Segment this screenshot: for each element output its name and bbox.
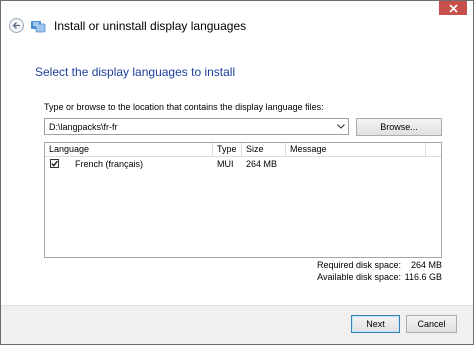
column-header-language[interactable]: Language	[45, 143, 213, 156]
path-prompt-label: Type or browse to the location that cont…	[44, 102, 324, 112]
dropdown-arrow-icon	[337, 124, 345, 129]
language-list[interactable]: Language Type Size Message French (franç…	[44, 142, 442, 258]
checkmark-icon	[51, 160, 58, 167]
language-app-icon	[31, 20, 46, 32]
available-disk-label: Available disk space:	[317, 272, 401, 282]
row-language: French (français)	[75, 159, 144, 169]
close-button[interactable]	[439, 1, 467, 15]
back-button[interactable]	[9, 18, 24, 33]
window-title: Install or uninstall display languages	[54, 18, 247, 33]
path-combobox[interactable]: D:\langpacks\fr-fr	[44, 118, 349, 135]
column-header-message[interactable]: Message	[286, 143, 426, 156]
required-disk-label: Required disk space:	[316, 260, 401, 270]
required-disk-value: 264 MB	[410, 260, 442, 270]
column-header-type[interactable]: Type	[213, 143, 242, 156]
column-header-size[interactable]: Size	[242, 143, 286, 156]
row-size: 264 MB	[246, 159, 278, 169]
close-icon	[448, 3, 458, 13]
list-header: Language Type Size Message	[45, 143, 441, 157]
dropdown-arrow-button[interactable]	[334, 119, 348, 134]
available-disk-value: 116.6 GB	[404, 272, 442, 282]
language-checkbox[interactable]	[50, 159, 59, 168]
list-row[interactable]: French (français) MUI 264 MB	[45, 157, 441, 171]
path-input[interactable]: D:\langpacks\fr-fr	[45, 122, 334, 132]
dialog-footer: Next Cancel	[1, 305, 473, 344]
page-heading: Select the display languages to install	[35, 65, 236, 79]
browse-button[interactable]: Browse...	[356, 118, 442, 136]
title-bar: Install or uninstall display languages	[9, 18, 246, 33]
next-button[interactable]: Next	[351, 315, 400, 333]
dialog-window: Install or uninstall display languages S…	[0, 0, 474, 345]
back-arrow-icon	[12, 22, 20, 29]
cancel-button[interactable]: Cancel	[406, 315, 457, 333]
row-type: MUI	[217, 159, 234, 169]
